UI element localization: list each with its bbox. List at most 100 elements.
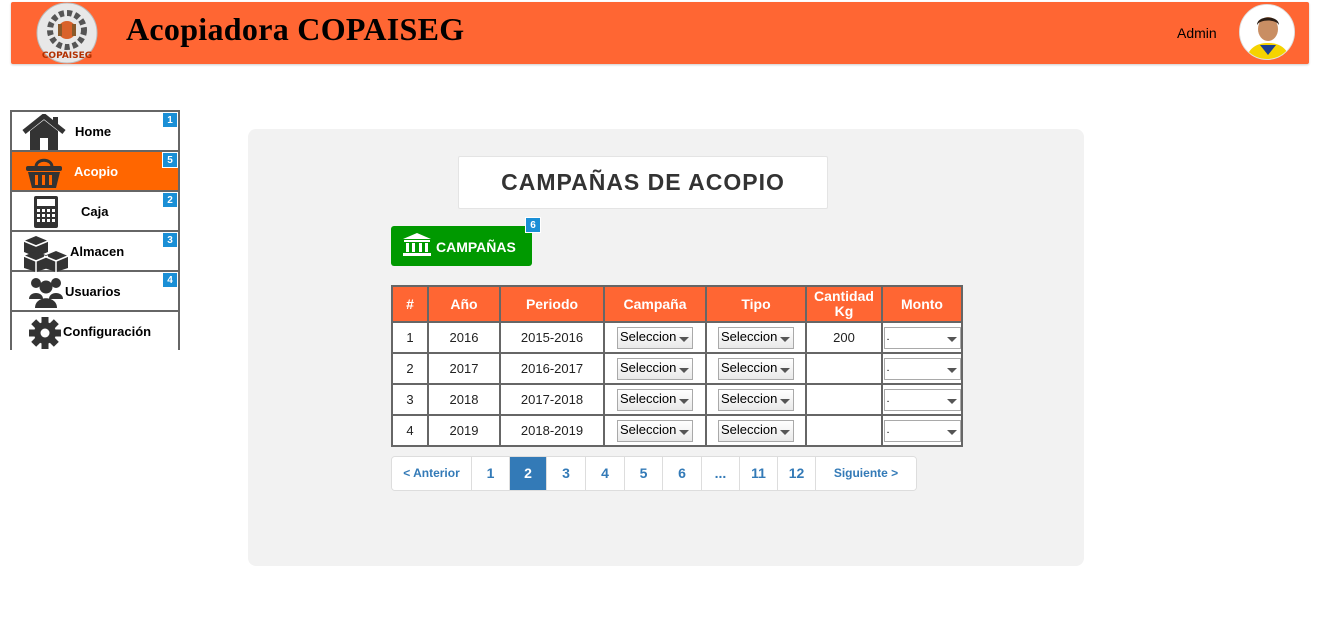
main-panel: CAMPAÑAS DE ACOPIO CAMPAÑAS 6 # Año Peri… xyxy=(248,129,1084,566)
amount-cell: . xyxy=(881,414,963,447)
sidebar-item-label: Almacen xyxy=(70,244,125,259)
sidebar-item-label: Home xyxy=(75,124,112,139)
campaign-select[interactable]: Seleccion xyxy=(617,326,693,349)
sidebar-item-label: Caja xyxy=(81,204,109,219)
amount-select[interactable]: . xyxy=(883,419,961,442)
campaigns-button-label: CAMPAÑAS xyxy=(436,239,516,255)
year-cell: 2016 xyxy=(427,321,501,354)
campaign-select[interactable]: Seleccion xyxy=(617,419,693,442)
boxes-icon xyxy=(22,234,69,272)
sidebar-item-almacen[interactable]: Almacen 3 xyxy=(12,232,178,272)
pagination-page[interactable]: 11 xyxy=(740,457,778,490)
year-cell: 2018 xyxy=(427,383,501,416)
pagination-page[interactable]: 4 xyxy=(586,457,625,490)
sidebar: Home 1 Acopio 5 Caja 2 Almacen 3 Usuario… xyxy=(10,110,180,352)
table-row: 3 2018 2017-2018 Seleccion Seleccion . xyxy=(391,383,963,416)
quantity-cell xyxy=(805,383,883,416)
pagination: < Anterior 1 2 3 4 5 6 ... 11 12 Siguien… xyxy=(391,456,917,491)
page-title-box: CAMPAÑAS DE ACOPIO xyxy=(458,156,828,209)
logo: COPAISEG xyxy=(34,2,100,64)
pagination-page[interactable]: 12 xyxy=(778,457,816,490)
app-header: COPAISEG Acopiadora COPAISEG Admin xyxy=(11,2,1309,64)
page-title: CAMPAÑAS DE ACOPIO xyxy=(501,169,785,195)
amount-cell: . xyxy=(881,383,963,416)
year-cell: 2017 xyxy=(427,352,501,385)
sidebar-item-acopio[interactable]: Acopio 5 xyxy=(12,152,178,192)
table-row: 2 2017 2016-2017 Seleccion Seleccion . xyxy=(391,352,963,385)
column-header[interactable]: Campaña xyxy=(603,285,707,323)
row-number: 1 xyxy=(391,321,429,354)
chevron-down-icon xyxy=(946,398,957,404)
user-name[interactable]: Admin xyxy=(1177,25,1217,41)
campaign-cell: Seleccion xyxy=(603,352,707,385)
amount-select[interactable]: . xyxy=(883,357,961,380)
pagination-page[interactable]: 5 xyxy=(625,457,663,490)
year-cell: 2019 xyxy=(427,414,501,447)
type-select[interactable]: Seleccion xyxy=(718,357,794,380)
sidebar-item-usuarios[interactable]: Usuarios 4 xyxy=(12,272,178,312)
chevron-down-icon xyxy=(679,398,689,404)
sidebar-item-label: Configuración xyxy=(63,324,152,339)
campaigns-button[interactable]: CAMPAÑAS 6 xyxy=(391,217,541,266)
home-icon xyxy=(22,112,66,150)
pagination-page-active[interactable]: 2 xyxy=(510,457,547,490)
type-cell: Seleccion xyxy=(705,414,807,447)
campaigns-table: # Año Periodo Campaña Tipo Cantidad Kg Mo… xyxy=(391,285,963,447)
avatar[interactable] xyxy=(1239,4,1295,60)
type-cell: Seleccion xyxy=(705,352,807,385)
period-cell: 2018-2019 xyxy=(499,414,605,447)
column-header[interactable]: Cantidad Kg xyxy=(805,285,883,323)
amount-cell: . xyxy=(881,321,963,354)
chevron-down-icon xyxy=(780,336,790,342)
amount-select[interactable]: . xyxy=(883,388,961,411)
row-number: 2 xyxy=(391,352,429,385)
sidebar-item-caja[interactable]: Caja 2 xyxy=(12,192,178,232)
pagination-page[interactable]: 6 xyxy=(663,457,702,490)
pagination-page[interactable]: 3 xyxy=(547,457,586,490)
amount-cell: . xyxy=(881,352,963,385)
badge: 4 xyxy=(162,272,178,288)
column-header[interactable]: Monto xyxy=(881,285,963,323)
column-header[interactable]: # xyxy=(391,285,429,323)
period-cell: 2017-2018 xyxy=(499,383,605,416)
pagination-ellipsis[interactable]: ... xyxy=(702,457,740,490)
type-select[interactable]: Seleccion xyxy=(718,326,794,349)
sidebar-item-label: Usuarios xyxy=(65,284,121,299)
pagination-prev[interactable]: < Anterior xyxy=(392,457,472,490)
table-row: 4 2019 2018-2019 Seleccion Seleccion . xyxy=(391,414,963,447)
bank-icon xyxy=(402,232,432,257)
period-cell: 2015-2016 xyxy=(499,321,605,354)
column-header[interactable]: Año xyxy=(427,285,501,323)
campaign-cell: Seleccion xyxy=(603,414,707,447)
column-header[interactable]: Tipo xyxy=(705,285,807,323)
badge: 3 xyxy=(162,232,178,248)
badge: 1 xyxy=(162,112,178,128)
type-cell: Seleccion xyxy=(705,383,807,416)
sidebar-item-configuracion[interactable]: Configuración xyxy=(12,312,178,352)
campaign-select[interactable]: Seleccion xyxy=(617,357,693,380)
app-title: Acopiadora COPAISEG xyxy=(126,11,465,47)
chevron-down-icon xyxy=(780,367,790,373)
quantity-cell: 200 xyxy=(805,321,883,354)
basket-icon xyxy=(24,154,68,190)
chevron-down-icon xyxy=(780,429,790,435)
type-select[interactable]: Seleccion xyxy=(718,419,794,442)
quantity-cell xyxy=(805,352,883,385)
chevron-down-icon xyxy=(679,429,689,435)
chevron-down-icon xyxy=(780,398,790,404)
type-select[interactable]: Seleccion xyxy=(718,388,794,411)
pagination-next[interactable]: Siguiente > xyxy=(816,457,916,490)
chevron-down-icon xyxy=(946,429,957,435)
campaign-select[interactable]: Seleccion xyxy=(617,388,693,411)
table-row: 1 2016 2015-2016 Seleccion Seleccion 200… xyxy=(391,321,963,354)
chevron-down-icon xyxy=(946,336,957,342)
row-number: 4 xyxy=(391,414,429,447)
calculator-icon xyxy=(32,194,76,230)
amount-select[interactable]: . xyxy=(883,326,961,349)
pagination-page[interactable]: 1 xyxy=(472,457,510,490)
chevron-down-icon xyxy=(946,367,957,373)
badge: 2 xyxy=(162,192,178,208)
sidebar-item-home[interactable]: Home 1 xyxy=(12,112,178,152)
row-number: 3 xyxy=(391,383,429,416)
column-header[interactable]: Periodo xyxy=(499,285,605,323)
